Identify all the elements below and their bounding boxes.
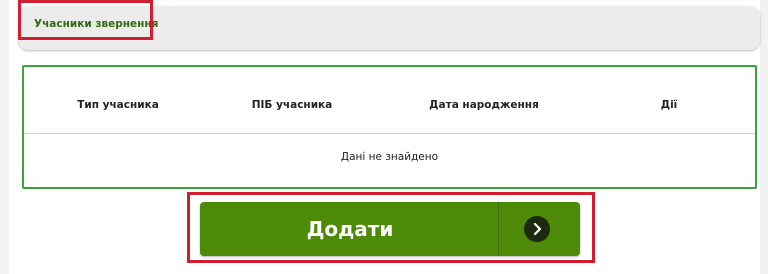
empty-table-message: Дані не знайдено <box>340 151 439 163</box>
participants-table: Тип учасника ПІБ учасника Дата народженн… <box>22 65 757 189</box>
page-right-gutter <box>760 0 768 274</box>
column-header-birth-date: Дата народження <box>429 99 539 111</box>
chevron-right-icon <box>524 216 550 242</box>
title-highlight-frame <box>18 0 153 40</box>
add-button-label: Додати <box>306 217 394 241</box>
add-participant-button[interactable]: Додати <box>200 202 580 256</box>
button-divider <box>498 202 499 256</box>
column-header-actions: Дії <box>660 99 678 111</box>
column-header-participant-type: Тип учасника <box>77 99 159 111</box>
column-header-participant-name: ПІБ учасника <box>251 99 333 111</box>
page-left-gutter <box>0 0 9 274</box>
table-header-row: Тип учасника ПІБ учасника Дата народженн… <box>24 67 755 133</box>
